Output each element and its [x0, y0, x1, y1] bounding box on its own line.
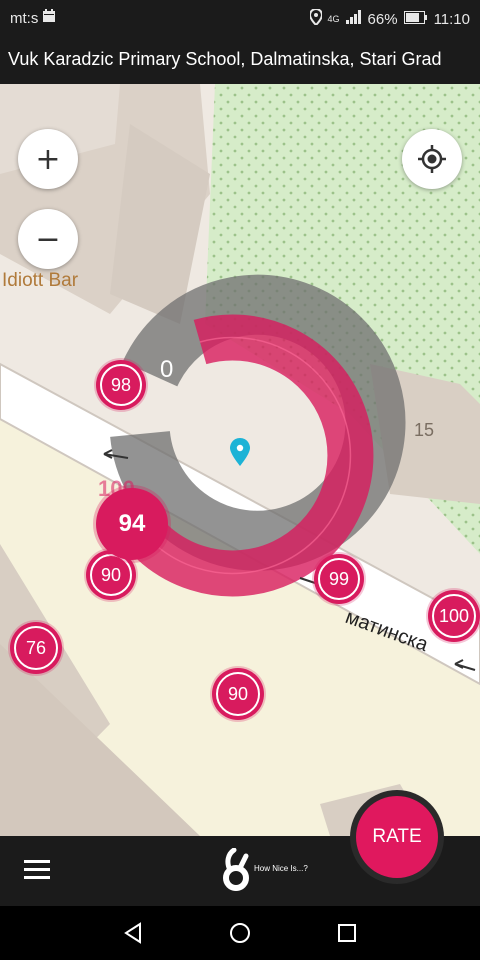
zoom-out-button[interactable]: −	[18, 209, 78, 269]
signal-icon	[345, 10, 362, 28]
logo-text: How Nice Is...?	[254, 864, 308, 873]
rating-marker[interactable]: 100	[428, 590, 480, 642]
battery-percent: 66%	[367, 10, 398, 28]
rating-marker[interactable]: 76	[10, 622, 62, 674]
crosshair-icon	[418, 145, 446, 173]
plus-icon: +	[35, 141, 61, 177]
recents-icon[interactable]	[336, 922, 358, 944]
house-number: 15	[414, 420, 435, 440]
app-bar: Vuk Karadzic Primary School, Dalmatinska…	[0, 36, 480, 84]
page-title: Vuk Karadzic Primary School, Dalmatinska…	[8, 49, 442, 69]
zoom-in-button[interactable]: +	[18, 129, 78, 189]
home-icon[interactable]	[229, 922, 251, 944]
battery-icon	[403, 10, 428, 28]
calendar-icon	[42, 9, 56, 27]
map-view[interactable]: + − Idiott Bar 15 матинска 0 100 98 90 9…	[0, 84, 480, 836]
app-logo: How Nice Is...?	[220, 847, 330, 894]
minus-icon: −	[35, 221, 61, 257]
poi-label: Idiott Bar	[2, 270, 79, 291]
rating-marker[interactable]: 98	[96, 360, 146, 410]
ring-min-label: 0	[160, 356, 174, 383]
my-location-button[interactable]	[402, 129, 462, 189]
map-base	[0, 84, 480, 836]
network-type: 4G	[327, 14, 340, 24]
carrier-label: mt:s	[10, 9, 39, 27]
clock: 11:10	[433, 10, 470, 28]
status-bar: mt:s 4G 66% 11:10	[0, 0, 480, 36]
current-rating-handle[interactable]: 94	[96, 488, 168, 560]
system-nav-bar	[0, 906, 480, 960]
back-icon[interactable]	[122, 922, 144, 944]
ok-hand-icon	[223, 847, 249, 891]
rating-marker[interactable]: 90	[212, 668, 264, 720]
location-icon	[308, 7, 323, 29]
menu-icon[interactable]	[24, 860, 50, 882]
rating-marker[interactable]: 99	[314, 554, 364, 604]
rate-button[interactable]: RATE	[356, 796, 438, 878]
